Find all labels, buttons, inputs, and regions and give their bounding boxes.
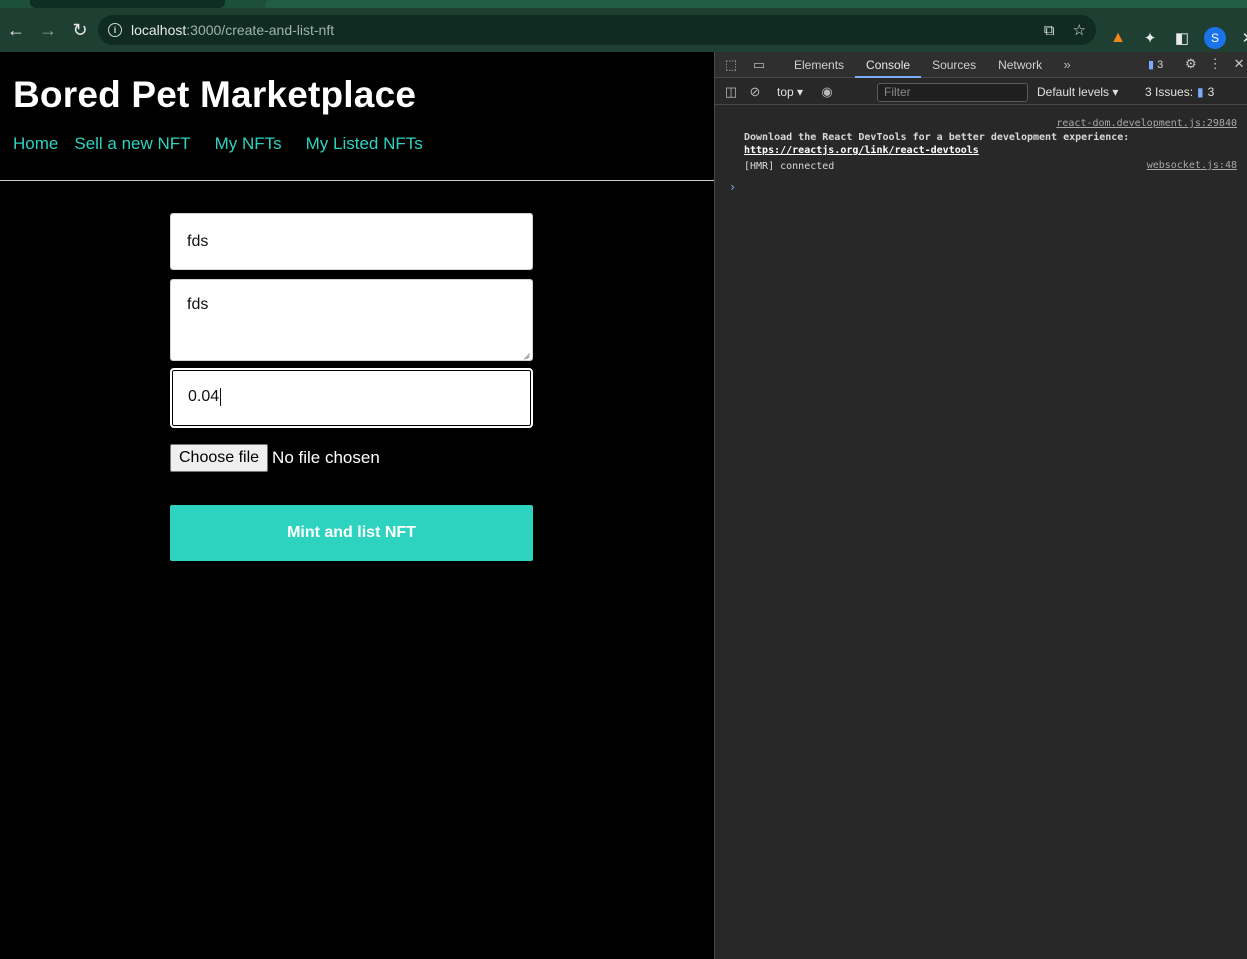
file-input: Choose file No file chosen: [170, 444, 380, 472]
sidebar-toggle-icon[interactable]: ◫: [719, 84, 743, 100]
profile-avatar[interactable]: S: [1204, 27, 1226, 49]
log-source-link[interactable]: react-dom.development.js:29840: [1056, 118, 1237, 129]
browser-tab-active[interactable]: [265, 0, 1247, 8]
message-icon: ▮: [1148, 59, 1155, 71]
side-panel-icon[interactable]: ◧: [1172, 28, 1192, 48]
price-input[interactable]: 0.04: [170, 368, 533, 428]
site-info-icon[interactable]: i: [108, 23, 122, 37]
browser-toolbar: ← → ↻ i localhost:3000/create-and-list-n…: [0, 8, 1247, 52]
text-caret: [220, 387, 222, 406]
nav-link-my-nfts[interactable]: My NFTs: [215, 134, 282, 154]
browser-tab[interactable]: [30, 0, 225, 8]
more-tabs-chevron-icon[interactable]: »: [1053, 57, 1081, 72]
close-icon[interactable]: ✕: [1238, 28, 1247, 48]
console-log-entry: react-dom.development.js:29840 Download …: [715, 114, 1247, 157]
devtools-panel: ⬚ ▭ Elements Console Sources Network » ▮…: [714, 52, 1247, 959]
page-viewport: Bored Pet Marketplace Home Sell a new NF…: [0, 52, 714, 959]
share-icon[interactable]: ⧉: [1044, 22, 1055, 39]
console-log-entry: websocket.js:48 [HMR] connected: [715, 160, 1247, 178]
choose-file-button[interactable]: Choose file: [170, 444, 269, 472]
reload-icon[interactable]: ↻: [64, 14, 96, 46]
description-textarea[interactable]: fds: [170, 279, 533, 361]
kebab-menu-icon[interactable]: ⋮: [1209, 56, 1222, 72]
levels-label: Default levels: [1037, 85, 1110, 99]
context-value: top: [777, 84, 794, 99]
file-status-text: No file chosen: [272, 448, 380, 467]
issues-label: 3 Issues:: [1145, 85, 1194, 99]
site-title: Bored Pet Marketplace: [13, 74, 417, 115]
url-host: localhost: [131, 22, 187, 38]
tab-network[interactable]: Network: [987, 52, 1053, 78]
nav-link-my-listed-nfts[interactable]: My Listed NFTs: [306, 134, 423, 154]
price-value: 0.04: [188, 388, 220, 405]
log-message-text: Download the React DevTools for a better…: [744, 132, 1130, 143]
device-toolbar-icon[interactable]: ▭: [745, 57, 773, 73]
close-devtools-icon[interactable]: ✕: [1234, 56, 1245, 72]
name-input[interactable]: fds: [170, 213, 533, 270]
inspect-element-icon[interactable]: ⬚: [717, 57, 745, 73]
context-selector[interactable]: top ▾: [777, 85, 803, 99]
header-divider: [0, 180, 714, 181]
mint-and-list-button[interactable]: Mint and list NFT: [170, 505, 533, 561]
clear-console-icon[interactable]: ⊘: [743, 84, 767, 100]
messages-count: 3: [1157, 58, 1164, 71]
log-message: [HMR] connected: [744, 161, 835, 172]
issues-message-icon: ▮: [1197, 85, 1204, 99]
issues-button[interactable]: 3 Issues: ▮ 3: [1145, 85, 1214, 99]
url-path: :3000/create-and-list-nft: [186, 22, 335, 38]
back-icon[interactable]: ←: [0, 14, 32, 46]
log-levels-dropdown[interactable]: Default levels ▾: [1037, 85, 1118, 99]
console-toolbar: ◫ ⊘ top ▾ ◉ Filter Default levels ▾ 3 Is…: [715, 79, 1247, 105]
tab-strip: [0, 0, 1247, 8]
tab-elements[interactable]: Elements: [783, 52, 855, 78]
settings-gear-icon[interactable]: ⚙: [1185, 56, 1197, 72]
log-message: Download the React DevTools for a better…: [744, 131, 1244, 157]
messages-badge[interactable]: ▮ 3: [1148, 58, 1164, 72]
tab-sources[interactable]: Sources: [921, 52, 987, 78]
live-expression-eye-icon[interactable]: ◉: [815, 84, 839, 100]
site-nav: Home Sell a new NFT My NFTs My Listed NF…: [13, 134, 423, 154]
extensions-puzzle-icon[interactable]: ✦: [1140, 28, 1160, 48]
address-bar[interactable]: i localhost:3000/create-and-list-nft ⧉ ☆: [98, 15, 1096, 45]
metamask-icon[interactable]: ▲: [1108, 28, 1128, 48]
react-devtools-link[interactable]: https://reactjs.org/link/react-devtools: [744, 145, 979, 156]
tab-console[interactable]: Console: [855, 52, 922, 78]
issues-count: 3: [1207, 85, 1215, 99]
console-prompt-chevron-icon[interactable]: ›: [729, 180, 736, 194]
filter-input[interactable]: Filter: [877, 83, 1028, 102]
forward-icon[interactable]: →: [32, 14, 64, 46]
nav-link-sell[interactable]: Sell a new NFT: [74, 134, 190, 154]
devtools-tabbar: ⬚ ▭ Elements Console Sources Network » ▮…: [715, 52, 1247, 78]
textarea-resize-handle[interactable]: [521, 350, 531, 360]
bookmark-star-icon[interactable]: ☆: [1073, 21, 1086, 39]
nav-link-home[interactable]: Home: [13, 134, 58, 154]
